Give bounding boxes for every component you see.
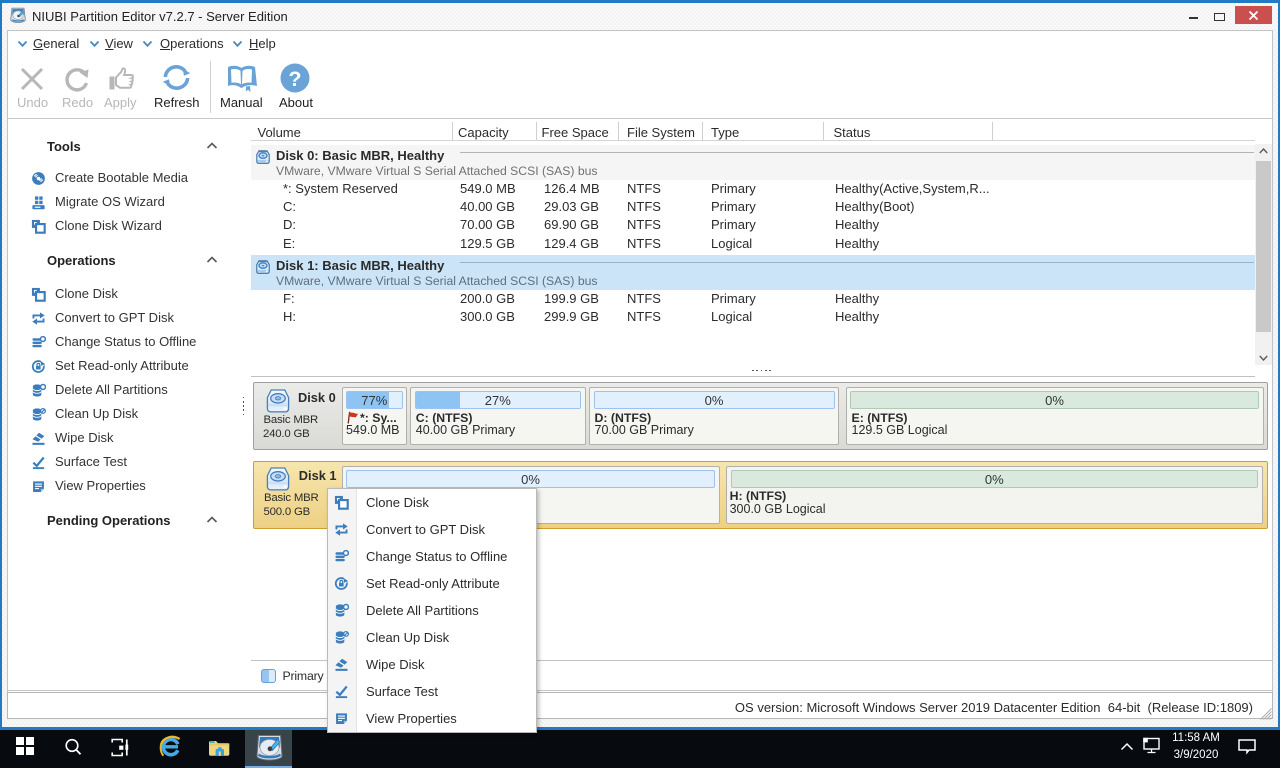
svg-text:?: ?: [288, 67, 301, 91]
